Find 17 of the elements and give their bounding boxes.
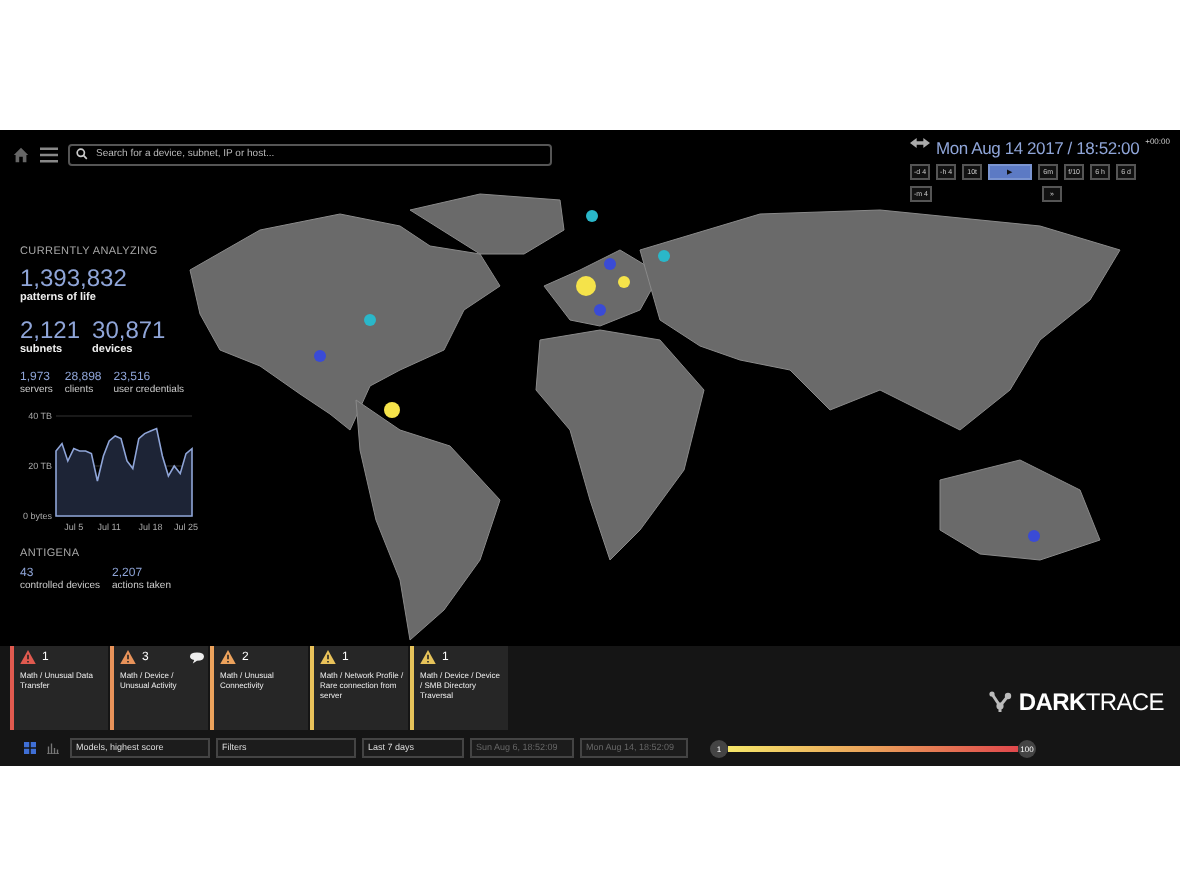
warning-icon [220, 650, 236, 664]
home-icon[interactable] [12, 145, 30, 163]
warning-icon [20, 650, 36, 664]
logo-icon [988, 690, 1013, 714]
warning-icon [320, 650, 336, 664]
stat-value: 1,393,832 [20, 266, 127, 292]
date-time: Mon Aug 14 2017 / 18:52:00 [936, 138, 1140, 158]
bar-chart-icon[interactable] [46, 742, 60, 754]
stat-value: 2,121 [20, 318, 81, 344]
area-series [55, 427, 193, 517]
warning-icon [420, 650, 436, 664]
darktrace-logo: DARKTRACE [988, 688, 1164, 716]
warning-icon [120, 650, 136, 664]
stat-value: 30,871 [92, 318, 166, 344]
search-icon [76, 148, 88, 160]
grid-view-icon[interactable] [24, 742, 36, 754]
menu-icon[interactable] [40, 145, 58, 163]
